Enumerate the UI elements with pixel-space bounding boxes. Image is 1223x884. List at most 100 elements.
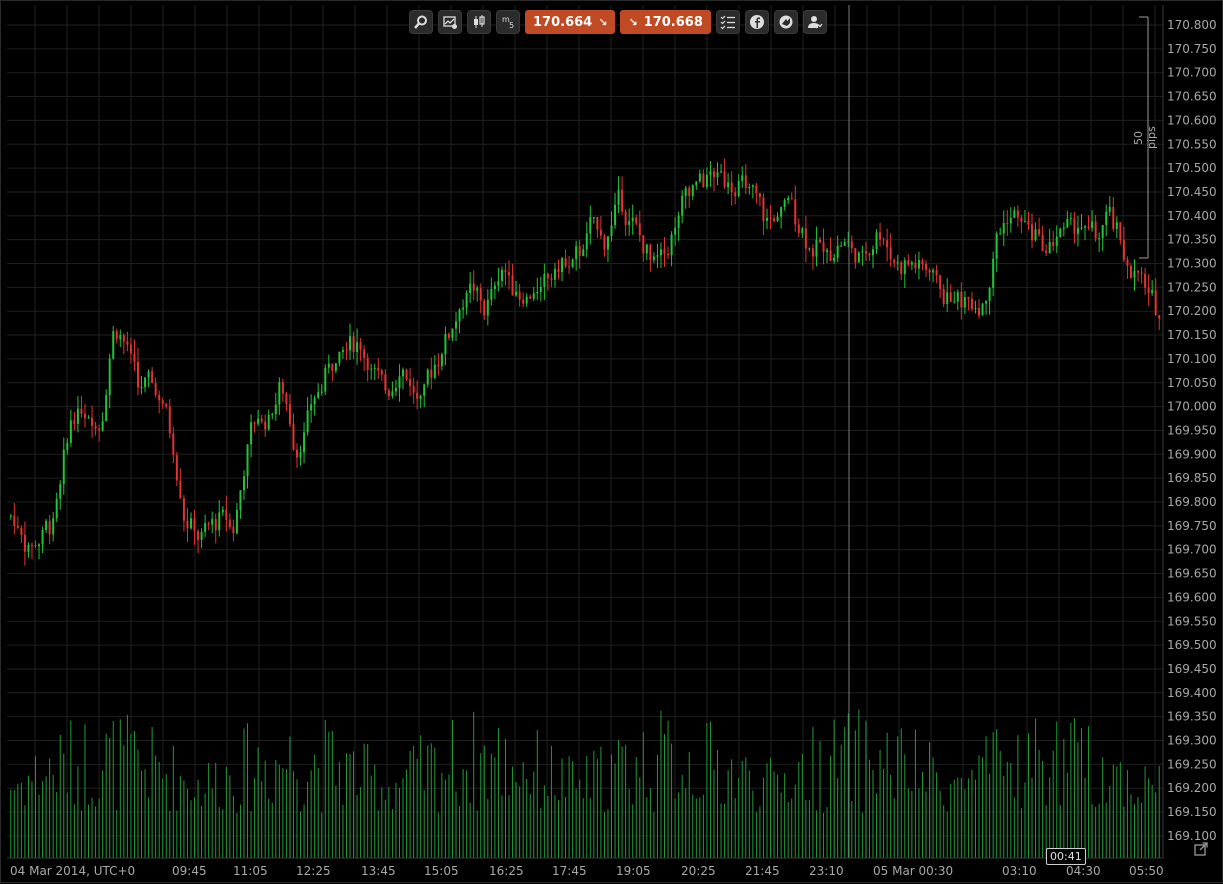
candle-body (34, 545, 37, 547)
candle-body (271, 414, 274, 416)
candle-body (345, 350, 348, 352)
svg-text:5: 5 (509, 21, 514, 30)
candle-body (338, 351, 341, 364)
candle-body (274, 404, 277, 415)
candle-body (66, 442, 69, 450)
candle-body (564, 258, 567, 267)
chart-type-button[interactable] (467, 10, 491, 34)
candle-body (497, 281, 500, 286)
x-tick-label: 11:05 (233, 864, 268, 878)
y-tick-label: 169.850 (1167, 471, 1217, 485)
candle-body (1027, 221, 1030, 225)
zoom-button[interactable] (409, 10, 433, 34)
candle-body (409, 379, 412, 386)
candle-body (394, 388, 397, 392)
candle-body (515, 291, 518, 296)
candle-body (144, 377, 147, 388)
candle-body (387, 390, 390, 397)
y-tick-label: 169.550 (1167, 614, 1217, 628)
x-tick-label: 13:45 (361, 864, 396, 878)
x-tick-label: 20:25 (681, 864, 716, 878)
candle-body (1069, 218, 1072, 220)
y-tick-label: 169.450 (1167, 662, 1217, 676)
candle-body (246, 444, 249, 477)
candle-body (341, 350, 344, 352)
price-axis[interactable]: 170.800 170.750 170.700 170.650 170.600 170.5… (1162, 5, 1217, 858)
candle-body (30, 544, 33, 546)
candle-body (946, 292, 949, 304)
candle-body (281, 382, 284, 394)
y-tick-label: 170.150 (1167, 328, 1217, 342)
candle-body (402, 369, 405, 377)
candle-body (1151, 290, 1154, 294)
range-pips-label: 50 pips (1132, 126, 1158, 150)
candle-body (748, 186, 751, 189)
candle-body (285, 393, 288, 404)
candle-body (278, 382, 281, 405)
candle-body (801, 228, 804, 234)
candle-body (476, 288, 479, 291)
candle-body (363, 349, 366, 358)
facebook-button[interactable] (744, 10, 769, 34)
candle-body (511, 275, 514, 296)
candle-body (765, 218, 768, 221)
candle-body (133, 353, 136, 362)
y-tick-label: 169.350 (1167, 710, 1217, 724)
candle-body (939, 275, 942, 289)
candle-body (985, 300, 988, 304)
candle-body (953, 301, 956, 303)
trade-button[interactable] (773, 10, 798, 34)
buy-price-button[interactable]: ↘ 170.668 (620, 10, 711, 34)
price-chart[interactable]: 170.800 170.750 170.700 170.650 170.600 170.5… (1, 1, 1223, 884)
candle-body (582, 249, 585, 256)
candle-body (942, 288, 945, 304)
timeframe-button[interactable]: m 5 (496, 10, 520, 34)
y-tick-label: 169.300 (1167, 734, 1217, 748)
candle-body (232, 526, 235, 534)
candle-body (334, 363, 337, 371)
x-tick-label: 05 Mar 00:30 (873, 864, 953, 878)
candle-body (257, 418, 260, 424)
sell-price-button[interactable]: 170.664 ↘ (525, 10, 616, 34)
candle-body (260, 418, 263, 422)
chart-gear-icon (443, 16, 457, 29)
popout-button[interactable] (1190, 838, 1212, 860)
y-tick-label: 169.700 (1167, 543, 1217, 557)
time-axis[interactable]: 04 Mar 2014, UTC+0 09:45 11:05 12:25 13:45 15… (7, 857, 1164, 878)
candle-body (1115, 222, 1118, 229)
candle-body (112, 331, 115, 359)
candle-body (818, 239, 821, 243)
candle-body (758, 193, 761, 198)
buy-arrow-icon: ↘ (628, 15, 638, 29)
candle-body (225, 509, 228, 520)
candle-body (610, 225, 613, 237)
candle-body (23, 535, 26, 552)
candle-body (101, 421, 104, 431)
candle-body (59, 484, 62, 499)
candle-body (1094, 221, 1097, 239)
candle-body (695, 181, 698, 186)
candle-body (932, 270, 935, 273)
candle-body (561, 258, 564, 273)
candle-body (727, 182, 730, 187)
profile-button[interactable] (802, 10, 827, 34)
candle-body (310, 404, 313, 411)
chart-settings-button[interactable] (438, 10, 462, 34)
checklist-button[interactable] (715, 10, 740, 34)
candle-body (423, 384, 426, 396)
candle-body (52, 518, 55, 535)
candle-body (1073, 218, 1076, 234)
candle-body (539, 286, 542, 292)
y-tick-label: 169.900 (1167, 447, 1217, 461)
candle-body (1020, 217, 1023, 222)
candle-body (76, 408, 79, 424)
candle-body (73, 420, 76, 424)
candle-body (681, 195, 684, 216)
popout-icon (1194, 842, 1208, 856)
candle-body (843, 242, 846, 246)
candle-body (910, 262, 913, 265)
y-tick-label: 170.450 (1167, 185, 1217, 199)
user-chart-icon (807, 16, 823, 29)
candle-body (200, 532, 203, 540)
candle-body (306, 410, 309, 433)
